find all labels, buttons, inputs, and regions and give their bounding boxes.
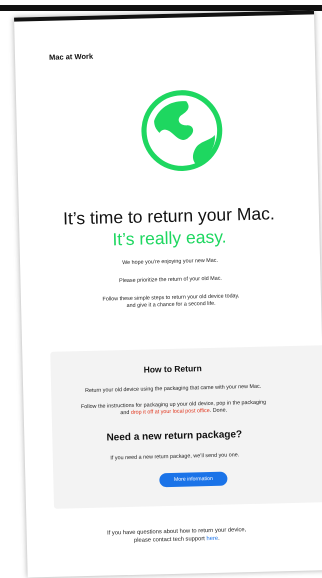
- intro-line-1: We hope you’re enjoying your new Mac.: [122, 257, 219, 267]
- brand-name: Mac at Work: [48, 51, 94, 62]
- intro-line-2: Please prioritize the return of your old…: [119, 275, 222, 285]
- footer-text: If you have questions about how to retur…: [57, 525, 297, 547]
- more-information-button[interactable]: More information: [159, 471, 228, 488]
- intro-line-3: Follow these simple steps to return your…: [51, 292, 291, 312]
- footer-line-2-suffix: .: [218, 535, 220, 542]
- email-card: Mac at Work It’s time to return your Mac…: [14, 10, 322, 578]
- line-2b-prefix: and: [120, 409, 131, 417]
- globe-icon: [141, 90, 223, 172]
- footer-line-2-prefix: please contact tech support: [133, 536, 207, 544]
- tech-support-link[interactable]: here: [206, 536, 218, 542]
- drop-off-link[interactable]: drop it off at your local post office: [131, 408, 210, 416]
- line-2b-suffix: . Done.: [209, 407, 228, 415]
